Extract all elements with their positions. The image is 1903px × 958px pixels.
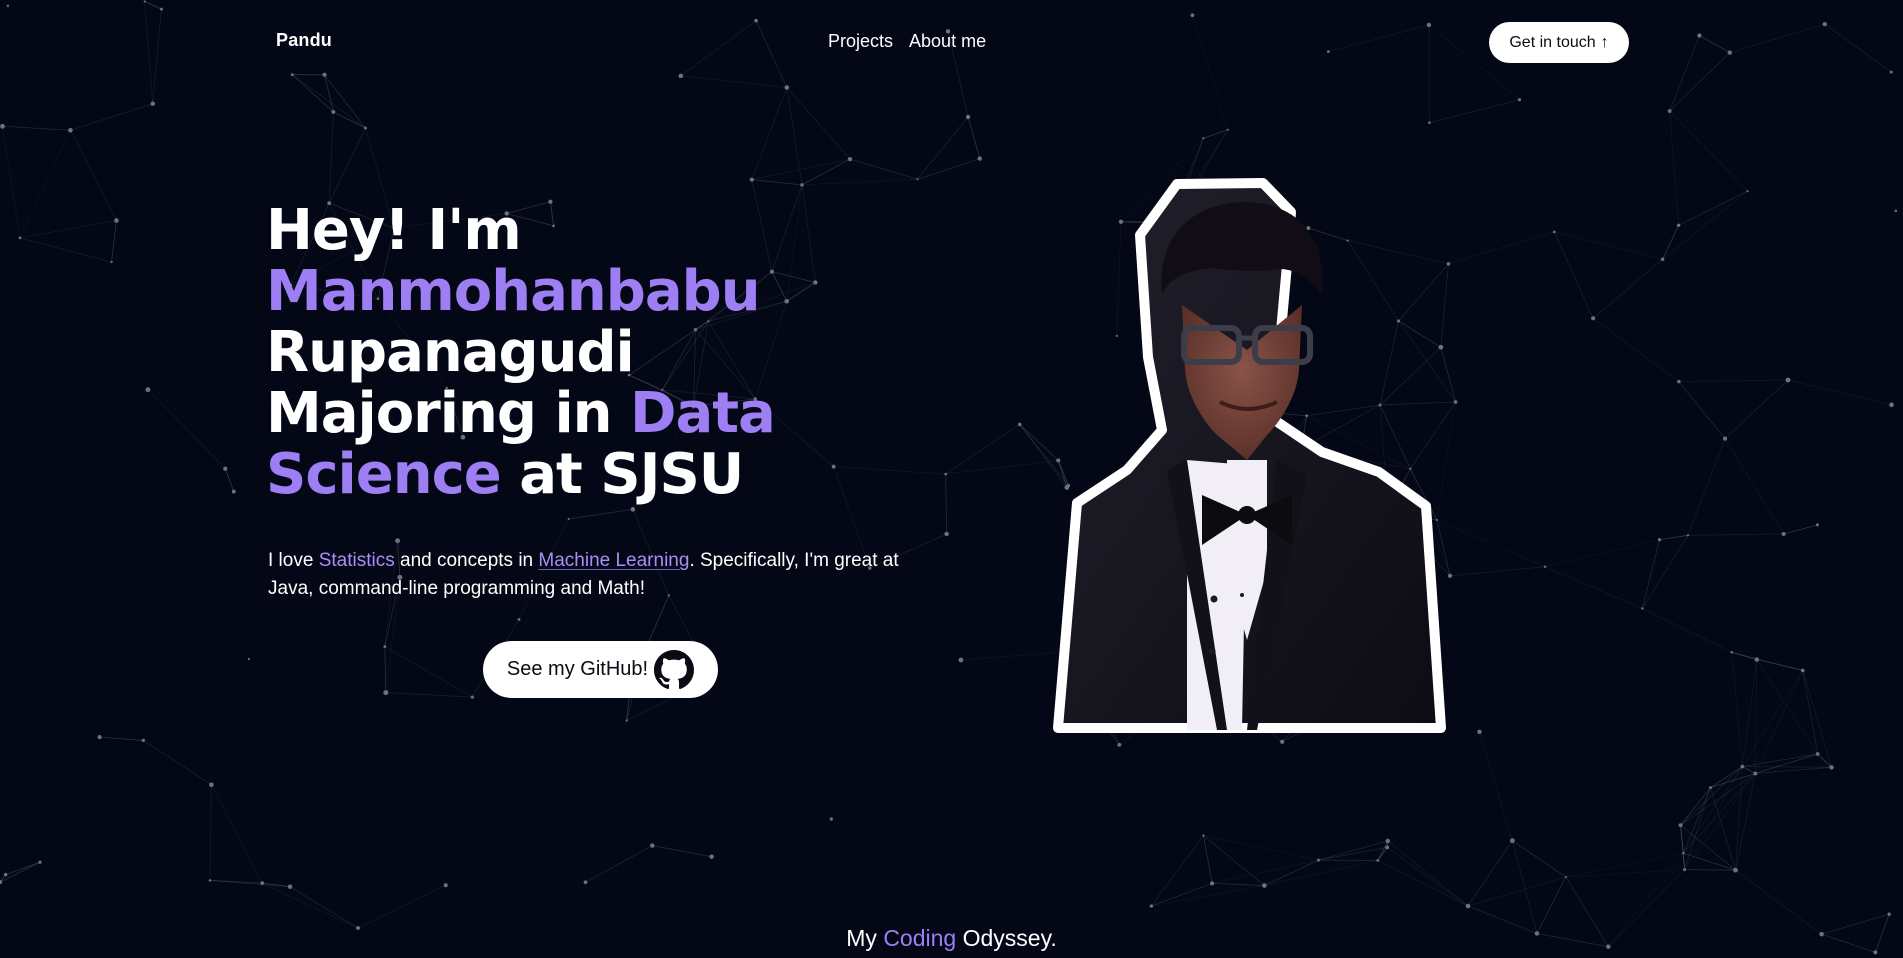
hero-major-highlight-science: Science xyxy=(266,442,502,507)
hero-description: I love Statistics and concepts in Machin… xyxy=(268,547,948,603)
site-logo[interactable]: Pandu xyxy=(276,30,332,51)
desc-text-1: I love xyxy=(268,550,319,571)
section-title-text-2: Odyssey. xyxy=(956,925,1057,951)
arrow-up-icon: ↑ xyxy=(1600,33,1609,51)
github-icon xyxy=(654,649,695,690)
main-nav: Projects About me xyxy=(828,31,986,52)
desc-text-2: and concepts in xyxy=(394,550,539,571)
section-title-coding-odyssey: My Coding Odyssey. xyxy=(0,925,1903,952)
desc-highlight-machine-learning: Machine Learning xyxy=(538,550,690,571)
desc-highlight-statistics: Statistics xyxy=(318,550,395,571)
hero-title: Hey! I'm Manmohanbabu Rupanagudi Majoring i… xyxy=(266,200,866,505)
hero-name-last: Rupanagudi xyxy=(266,320,635,385)
section-title-highlight: Coding xyxy=(883,925,957,951)
hero-name-first: Manmohanbabu xyxy=(266,259,761,324)
github-button[interactable]: See my GitHub! xyxy=(483,641,718,698)
profile-portrait xyxy=(1053,178,1446,733)
get-in-touch-label: Get in touch xyxy=(1509,33,1596,51)
desc-text-4: Java, command-line programming and Math! xyxy=(268,578,646,599)
hero-greeting: Hey! I'm xyxy=(266,198,522,263)
nav-link-about-me[interactable]: About me xyxy=(909,31,986,52)
github-button-label: See my GitHub! xyxy=(506,658,649,680)
section-title-text-1: My xyxy=(846,925,884,951)
desc-text-3: . Specifically, I'm great at xyxy=(689,550,899,571)
hero-major-prefix: Majoring in xyxy=(266,381,631,446)
hero-major-suffix: at SJSU xyxy=(500,442,744,507)
nav-link-projects[interactable]: Projects xyxy=(828,31,893,52)
get-in-touch-button[interactable]: Get in touch ↑ xyxy=(1489,22,1629,63)
hero-major-highlight-data: Data xyxy=(630,381,776,446)
